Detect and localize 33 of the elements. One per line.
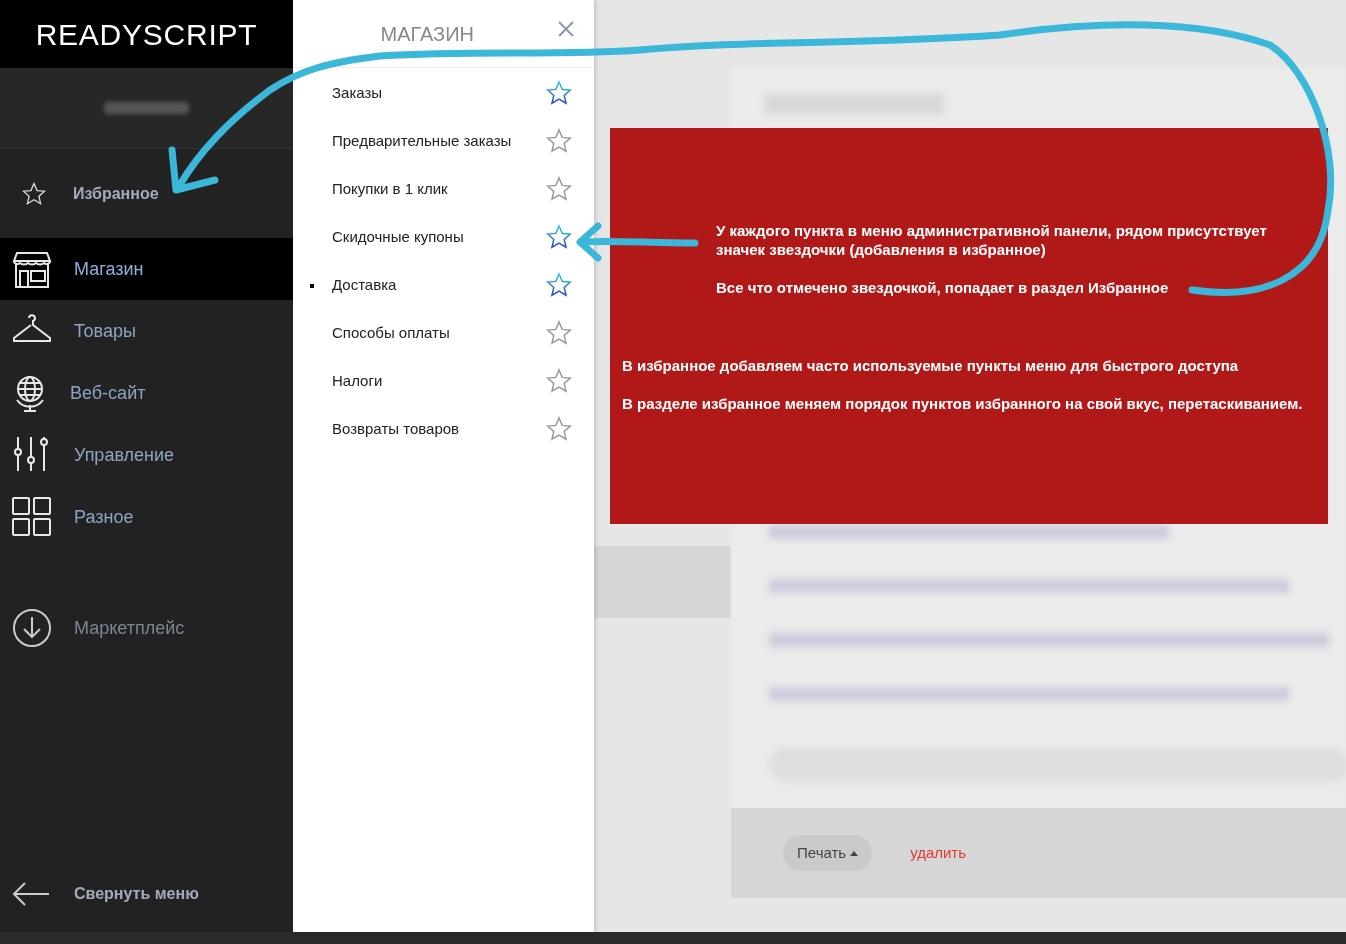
sidebar-item[interactable]: Магазин (0, 238, 293, 300)
favorite-star-icon[interactable] (546, 80, 572, 106)
submenu-item[interactable]: Налоги (332, 369, 383, 393)
note-text: Все что отмечено звездочкой, попадает в раздел Избранное (716, 278, 1170, 297)
submenu-item[interactable]: Покупки в 1 клик (332, 177, 448, 201)
submenu-item[interactable]: Доставка (332, 273, 397, 297)
favorite-star-icon[interactable] (546, 320, 572, 346)
download-icon (12, 608, 52, 648)
favorite-star-icon[interactable] (546, 176, 572, 202)
arrow-left-icon (12, 881, 50, 907)
submenu-item[interactable]: Предварительные заказы (332, 129, 512, 153)
note-text: В избранное добавляем часто используемые пункты меню для быстрого доступа (622, 356, 1240, 375)
note-text: У каждого пункта в меню административной панели, рядом присутствует значек звездочки (добавления в избранное) (716, 221, 1268, 259)
submenu-item[interactable]: Заказы (332, 81, 383, 105)
star-icon (22, 181, 46, 206)
grid-icon (12, 497, 52, 537)
logo[interactable]: READYSCRIPT (35, 11, 258, 57)
submenu-item[interactable]: Скидочные купоны (332, 225, 464, 249)
submenu-title: МАГАЗИН (380, 21, 474, 47)
submenu-item[interactable]: Возвраты товаров (332, 417, 460, 441)
print-button[interactable]: Печать (783, 835, 873, 871)
collapse-menu-link[interactable]: Свернуть меню (74, 882, 199, 906)
favorite-star-icon[interactable] (546, 368, 572, 394)
sidebar-item[interactable]: Избранное (73, 181, 159, 206)
favorite-star-icon[interactable] (546, 272, 572, 298)
favorite-star-icon[interactable] (546, 416, 572, 442)
submenu-item[interactable]: Способы оплаты (332, 321, 450, 345)
favorite-star-icon[interactable] (546, 128, 572, 154)
close-icon[interactable] (558, 21, 574, 37)
favorite-star-icon[interactable] (546, 224, 572, 250)
sidebar-item[interactable]: Маркетплейс (74, 614, 185, 642)
note-text: В разделе избранное меняем порядок пунктов избранного на свой вкус, перетаскиванием. (622, 394, 1304, 413)
shop-icon (12, 249, 52, 289)
